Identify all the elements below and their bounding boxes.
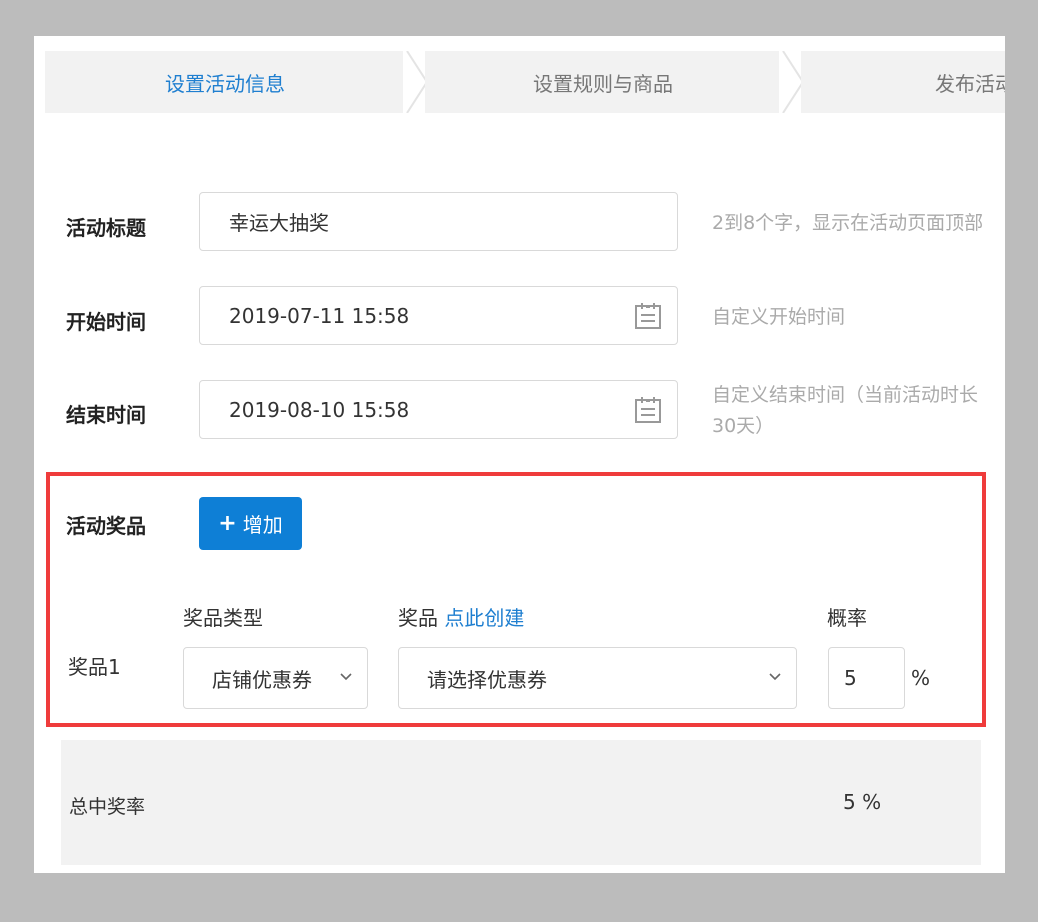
probability-header: 概率	[827, 606, 867, 630]
step-3-label: 发布活动	[935, 71, 1005, 96]
create-prize-link[interactable]: 点此创建	[444, 606, 524, 630]
start-time-input[interactable]: 2019-07-11 15:58	[199, 286, 678, 345]
summary-panel: 总中奖率 5 %	[61, 740, 981, 865]
title-label: 活动标题	[66, 216, 146, 240]
step-2[interactable]: 设置规则与商品	[425, 51, 781, 113]
prize-header-label: 奖品	[398, 606, 438, 630]
prize-type-select[interactable]: 店铺优惠券	[183, 647, 368, 709]
add-prize-button[interactable]: + 增加	[199, 497, 302, 550]
chevron-down-icon	[769, 673, 781, 681]
calendar-icon[interactable]	[633, 395, 663, 425]
title-input[interactable]: 幸运大抽奖	[199, 192, 678, 251]
add-prize-label: 增加	[242, 513, 283, 537]
coupon-select[interactable]: 请选择优惠券	[398, 647, 797, 709]
start-time-hint: 自定义开始时间	[712, 306, 846, 328]
steps-bar: 设置活动信息 设置规则与商品 发布活动	[45, 51, 1005, 113]
summary-value: 5 %	[843, 790, 882, 814]
chevron-down-icon	[340, 673, 352, 681]
step-3[interactable]: 发布活动	[801, 51, 1005, 113]
plus-icon: +	[218, 511, 237, 536]
prize-type-value: 店铺优惠券	[212, 667, 312, 692]
prize-row-name: 奖品1	[68, 655, 121, 679]
prize-header: 奖品 点此创建	[398, 602, 524, 631]
title-hint: 2到8个字，显示在活动页面顶部	[712, 212, 984, 234]
start-time-label: 开始时间	[66, 310, 146, 334]
step-2-label: 设置规则与商品	[533, 71, 673, 96]
step-1-label: 设置活动信息	[165, 71, 285, 96]
probability-unit: %	[911, 666, 931, 690]
probability-input[interactable]: 5	[828, 647, 905, 709]
calendar-icon[interactable]	[633, 301, 663, 331]
form-panel: 设置活动信息 设置规则与商品 发布活动 活动标题 幸运大抽奖 2到8个字，显示在…	[34, 36, 1005, 873]
end-time-hint: 自定义结束时间（当前活动时长 30天）	[712, 380, 978, 442]
start-time-value: 2019-07-11 15:58	[229, 303, 410, 328]
end-time-hint-line2: 30天）	[712, 415, 775, 437]
title-input-value: 幸运大抽奖	[229, 211, 329, 235]
end-time-value: 2019-08-10 15:58	[229, 397, 410, 422]
prize-type-header: 奖品类型	[183, 606, 263, 630]
prizes-label: 活动奖品	[66, 514, 146, 538]
step-1[interactable]: 设置活动信息	[45, 51, 405, 113]
end-time-label: 结束时间	[66, 403, 146, 427]
summary-label: 总中奖率	[69, 796, 146, 818]
probability-value: 5	[844, 666, 857, 690]
end-time-input[interactable]: 2019-08-10 15:58	[199, 380, 678, 439]
end-time-hint-line1: 自定义结束时间（当前活动时长	[712, 384, 979, 406]
coupon-select-value: 请选择优惠券	[427, 667, 547, 692]
